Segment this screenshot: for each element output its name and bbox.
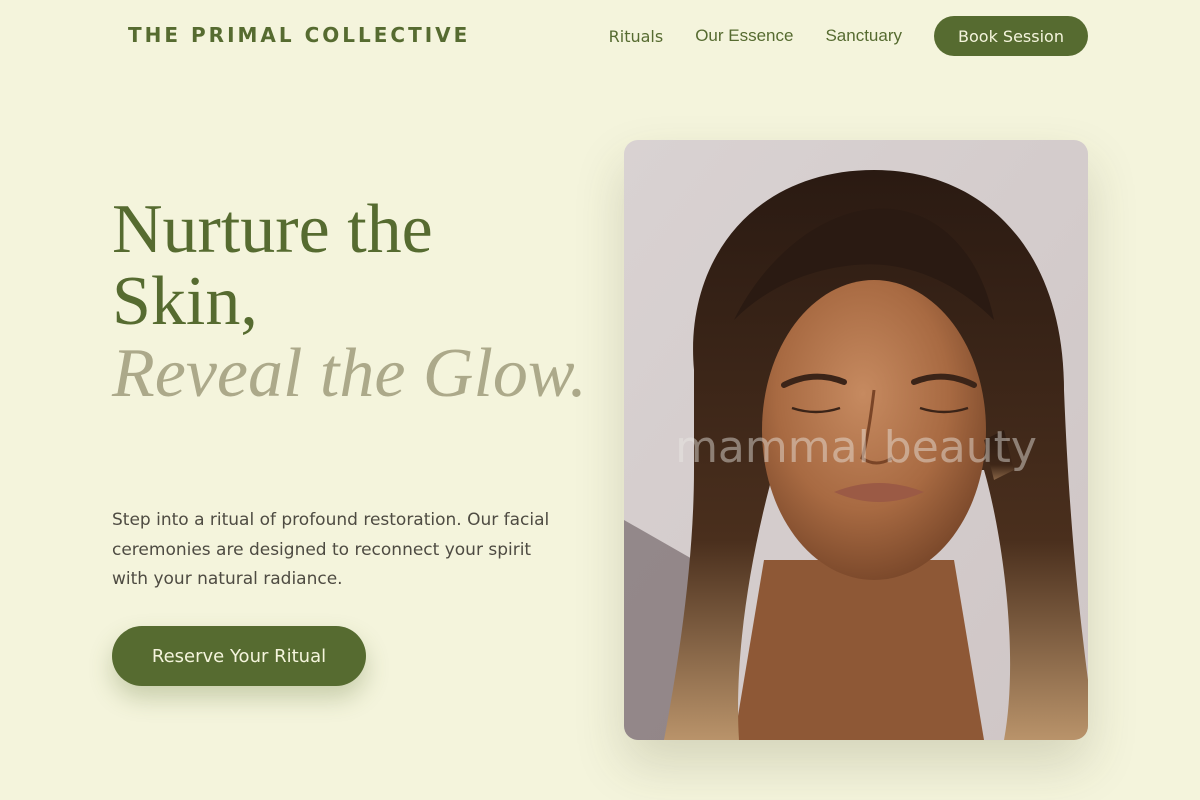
main-nav: Rituals Our Essence Sanctuary Book Sessi…	[609, 16, 1088, 56]
nav-link-sanctuary[interactable]: Sanctuary	[825, 26, 902, 46]
nav-link-our-essence[interactable]: Our Essence	[695, 26, 793, 46]
image-watermark: mammal beauty	[675, 422, 1037, 473]
hero-portrait-image: mammal beauty	[624, 140, 1088, 740]
reserve-ritual-button[interactable]: Reserve Your Ritual	[112, 626, 366, 686]
book-session-button[interactable]: Book Session	[934, 16, 1088, 56]
nav-link-rituals[interactable]: Rituals	[609, 27, 664, 46]
hero-headline: Nurture the Skin, Reveal the Glow.	[112, 194, 592, 410]
hero-intro-text: Step into a ritual of profound restorati…	[112, 510, 550, 589]
headline-line-1: Nurture the Skin,	[112, 191, 433, 340]
headline-line-2: Reveal the Glow.	[112, 335, 587, 412]
brand-logo[interactable]: THE PRIMAL COLLECTIVE	[128, 23, 470, 47]
